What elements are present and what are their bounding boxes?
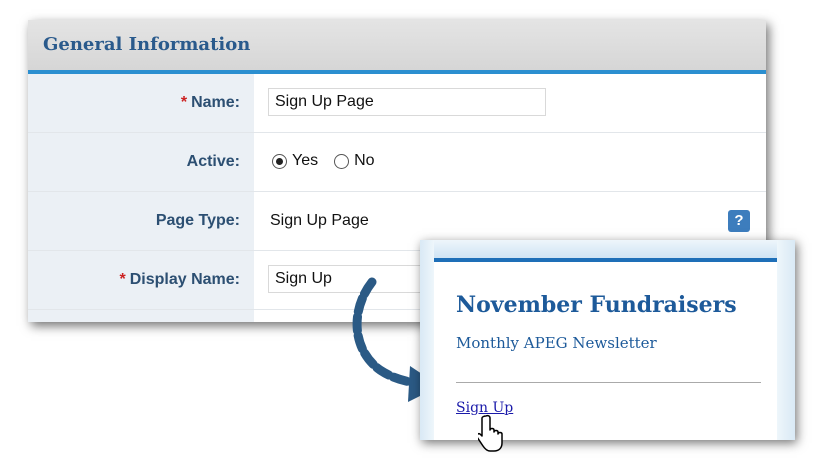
name-label: * Name: — [180, 94, 240, 111]
page-type-label-cell: Page Type: — [28, 192, 254, 250]
active-yes-radio[interactable] — [272, 153, 287, 169]
panel-title: General Information — [43, 34, 251, 55]
active-radio-group: Yes No — [272, 152, 391, 170]
hand-pointer-icon — [478, 414, 503, 452]
name-label-cell: * Name: — [28, 74, 254, 132]
required-marker: * — [180, 94, 188, 111]
preview-top-bar — [434, 240, 777, 262]
required-marker: * — [119, 271, 126, 288]
name-value-cell: Sign Up Page — [254, 74, 766, 132]
preview-title: November Fundraisers — [456, 292, 737, 318]
name-input[interactable]: Sign Up Page — [268, 88, 546, 116]
page-type-label: Page Type: — [155, 212, 240, 229]
panel-header: General Information — [28, 20, 766, 74]
active-no-label: No — [354, 152, 375, 169]
preview-divider — [456, 382, 761, 383]
active-yes-option[interactable]: Yes — [272, 152, 318, 170]
page-type-value: Sign Up Page — [270, 212, 369, 229]
active-yes-label: Yes — [292, 152, 319, 169]
active-no-radio[interactable] — [334, 153, 350, 169]
active-no-option[interactable]: No — [334, 152, 375, 170]
preview-left-border — [420, 240, 434, 440]
display-name-label-cell: * Display Name: — [28, 251, 254, 309]
preview-subtitle: Monthly APEG Newsletter — [456, 334, 657, 352]
name-row: * Name: Sign Up Page — [28, 74, 766, 133]
email-preview: November Fundraisers Monthly APEG Newsle… — [420, 240, 795, 440]
active-row: Active: Yes No — [28, 133, 766, 192]
preview-right-border — [777, 240, 795, 440]
help-icon[interactable]: ? — [728, 210, 750, 232]
active-label-cell: Active: — [28, 133, 254, 191]
next-row-label-cell — [28, 310, 254, 322]
active-label: Active: — [186, 153, 240, 170]
display-name-label: * Display Name: — [119, 271, 241, 288]
active-value-cell: Yes No — [254, 133, 766, 191]
